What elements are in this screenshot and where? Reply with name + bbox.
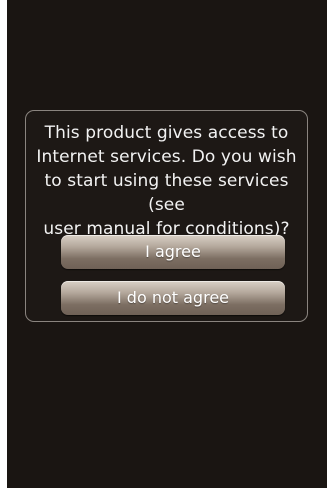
internet-services-dialog: This product gives access to Internet se… (25, 110, 308, 322)
disagree-button[interactable]: I do not agree (61, 281, 285, 315)
agree-button[interactable]: I agree (61, 235, 285, 269)
dialog-message: This product gives access to Internet se… (36, 123, 297, 239)
device-screen: This product gives access to Internet se… (7, 0, 327, 488)
